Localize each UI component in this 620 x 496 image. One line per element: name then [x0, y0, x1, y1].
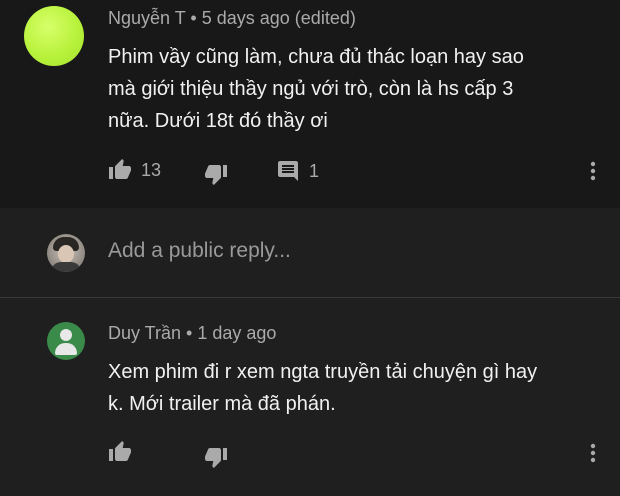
thumbs-down-icon: [205, 448, 227, 468]
thumbs-down-icon: [205, 165, 227, 185]
more-options-button[interactable]: [584, 159, 602, 183]
meta-separator: •: [190, 8, 197, 28]
author-avatar[interactable]: [24, 6, 84, 66]
thumbs-up-icon: [109, 441, 131, 461]
author-avatar[interactable]: [47, 322, 85, 360]
comment-text: Phim vầy cũng làm, chưa đủ thác loạn hay…: [108, 41, 524, 137]
reply-input[interactable]: Add a public reply...: [108, 239, 291, 263]
comment-text-line: nữa. Dưới 18t đó thầy ơi: [108, 110, 328, 132]
comment-text-line: mà giới thiệu thầy ngủ với trò, còn là h…: [108, 78, 514, 100]
comment-text-line: k. Mới trailer mà đã phán.: [108, 393, 336, 415]
dislike-button[interactable]: [204, 445, 228, 469]
comment-text: Xem phim đi r xem ngta truyền tải chuyện…: [108, 356, 537, 420]
comment-meta: Duy Trần • 1 day ago: [108, 323, 276, 344]
comment-meta: Nguyễn T • 5 days ago (edited): [108, 8, 356, 29]
author-name[interactable]: Nguyễn T: [108, 8, 185, 28]
current-user-avatar: [47, 234, 85, 272]
comment-icon: [278, 161, 298, 181]
reply-button[interactable]: 1: [276, 159, 319, 183]
dislike-button[interactable]: [204, 162, 228, 186]
reply-count: 1: [309, 160, 320, 181]
more-vert-icon: [590, 161, 596, 181]
comment-time[interactable]: 5 days ago (edited): [202, 8, 356, 28]
like-button[interactable]: 13: [108, 158, 161, 182]
comment-time[interactable]: 1 day ago: [197, 323, 276, 343]
more-vert-icon: [590, 443, 596, 463]
author-name[interactable]: Duy Trần: [108, 323, 181, 343]
comment-text-line: Phim vầy cũng làm, chưa đủ thác loạn hay…: [108, 46, 524, 68]
like-count: 13: [141, 159, 162, 180]
comment-text-line: Xem phim đi r xem ngta truyền tải chuyện…: [108, 361, 538, 383]
reply-box: [0, 208, 620, 298]
more-options-button[interactable]: [584, 441, 602, 465]
thumbs-up-icon: [109, 159, 131, 179]
meta-separator: •: [186, 323, 193, 343]
comment-item: Nguyễn T • 5 days ago (edited) Phim vầy …: [0, 0, 620, 208]
like-button[interactable]: [108, 440, 132, 464]
